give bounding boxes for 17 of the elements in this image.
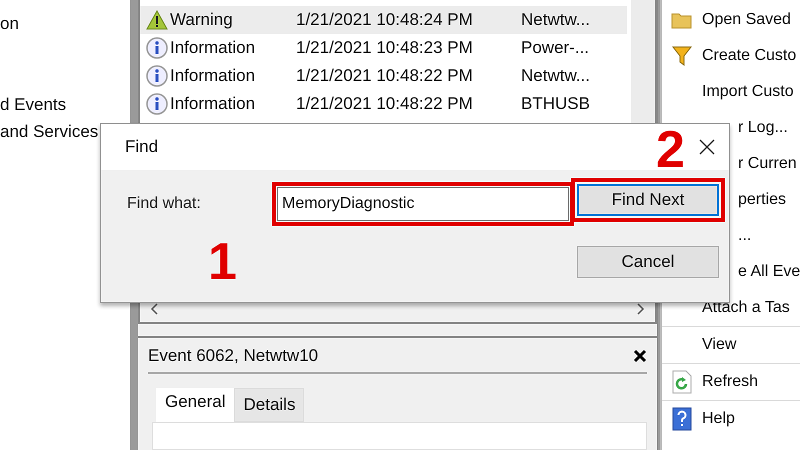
level-cell-text: Information (170, 94, 256, 114)
step-number: 2 (656, 124, 685, 176)
source-cell-text: Netwtw... (521, 66, 591, 86)
find-what-label: Find what: (127, 195, 202, 213)
date-cell-text: 1/21/2021 10:48:22 PM (296, 66, 474, 86)
step-number: 1 (208, 236, 237, 288)
date-cell-text: 1/21/2021 10:48:24 PM (296, 10, 474, 30)
source-cell-text: Netwtw... (521, 10, 591, 30)
details-title: Event 6062, Netwtw10 (148, 346, 318, 366)
source-cell-text: BTHUSB (521, 94, 591, 114)
level-cell-text: Information (170, 66, 256, 86)
level-cell-text: Information (170, 38, 256, 58)
dialog-title: Find (125, 137, 158, 157)
date-cell-text: 1/21/2021 10:48:23 PM (296, 38, 474, 58)
date-cell-text: 1/21/2021 10:48:22 PM (296, 94, 474, 114)
level-cell-text: Warning (170, 10, 234, 30)
source-cell-text: Power-... (521, 38, 590, 58)
